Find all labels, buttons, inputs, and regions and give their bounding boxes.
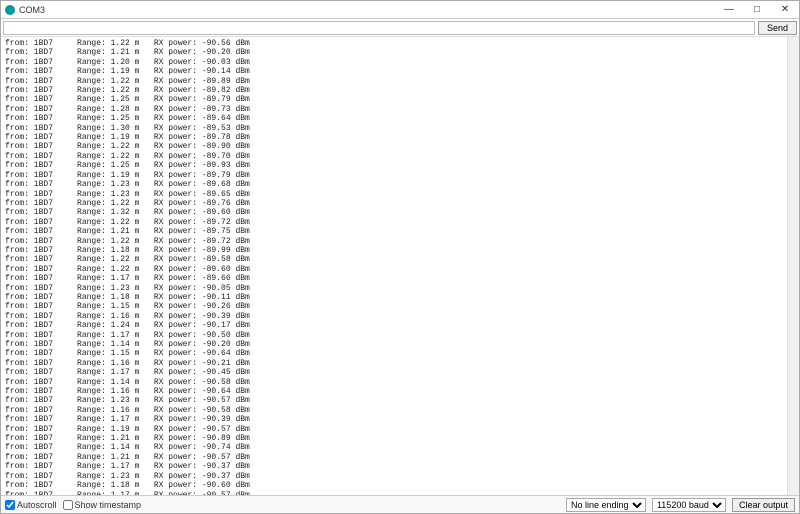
titlebar: COM3 — □ ✕ [1, 1, 799, 19]
footer: Autoscroll Show timestamp No line ending… [1, 495, 799, 513]
clear-output-button[interactable]: Clear output [732, 498, 795, 512]
timestamp-label: Show timestamp [75, 500, 142, 510]
serial-monitor-window: COM3 — □ ✕ Send from: 1BD7 Range: 1.22 m… [0, 0, 800, 514]
console-lines: from: 1BD7 Range: 1.22 m RX power: -90.5… [5, 39, 795, 495]
send-input[interactable] [3, 21, 755, 35]
console-output: from: 1BD7 Range: 1.22 m RX power: -90.5… [1, 37, 799, 495]
autoscroll-checkbox[interactable] [5, 500, 15, 510]
autoscroll-option[interactable]: Autoscroll [5, 500, 57, 510]
autoscroll-label: Autoscroll [17, 500, 57, 510]
app-icon [5, 5, 15, 15]
window-title: COM3 [19, 5, 45, 15]
scrollbar[interactable] [787, 37, 799, 495]
close-button[interactable]: ✕ [771, 1, 799, 19]
send-button[interactable]: Send [758, 21, 797, 35]
minimize-button[interactable]: — [715, 1, 743, 19]
send-row: Send [1, 19, 799, 37]
maximize-button[interactable]: □ [743, 1, 771, 19]
timestamp-checkbox[interactable] [63, 500, 73, 510]
baud-select[interactable]: 115200 baud [652, 498, 726, 512]
timestamp-option[interactable]: Show timestamp [63, 500, 142, 510]
line-ending-select[interactable]: No line ending [566, 498, 646, 512]
